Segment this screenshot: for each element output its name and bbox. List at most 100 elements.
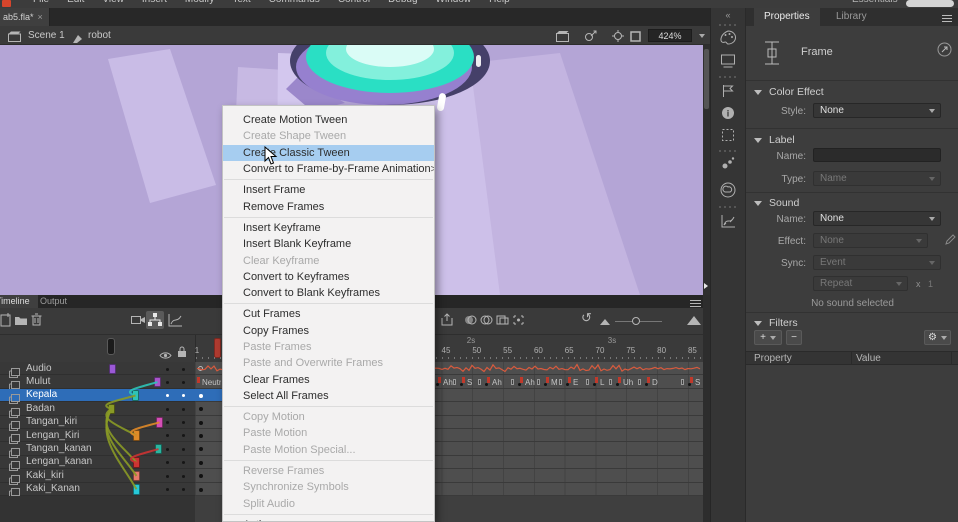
collapse-panels-icon[interactable]: « [725, 10, 730, 20]
layer-parent-chip[interactable] [108, 404, 115, 415]
onion-skin-outline-icon[interactable] [480, 313, 493, 331]
style-dropdown[interactable]: None [813, 103, 941, 118]
layer-visibility-dot[interactable] [166, 448, 169, 451]
new-folder-icon[interactable] [14, 313, 28, 331]
menu-insert[interactable]: Insert [133, 0, 176, 7]
menu-text[interactable]: Text [223, 0, 259, 7]
timeline-scrollbar[interactable] [703, 295, 710, 522]
ctx-item-create-motion-tween[interactable]: Create Motion Tween [223, 112, 434, 128]
selected-frame-range[interactable] [195, 389, 222, 402]
layer-visibility-dot[interactable] [166, 394, 169, 397]
section-color-effect[interactable]: Color Effect [754, 86, 824, 98]
layer-row-kepala[interactable]: Kepala [0, 389, 195, 402]
ctx-item-convert-to-blank-keyframes[interactable]: Convert to Blank Keyframes [223, 285, 434, 301]
layer-parent-chip[interactable] [133, 457, 140, 468]
layer-row-tangan_kiri[interactable]: Tangan_kiri [0, 416, 195, 429]
delete-layer-trash-icon[interactable] [31, 313, 42, 331]
onion-markers-icon[interactable] [512, 313, 525, 331]
menu-commands[interactable]: Commands [260, 0, 329, 7]
brush-dots-icon[interactable] [721, 156, 735, 175]
menu-control[interactable]: Control [329, 0, 379, 7]
repeat-count-stepper[interactable]: 1 [928, 279, 933, 289]
breadcrumb-scene[interactable]: Scene 1 [28, 30, 65, 41]
layer-visibility-dot[interactable] [166, 421, 169, 424]
filter-options-gear-button[interactable]: ⚙ [924, 330, 951, 345]
edit-multiple-frames-icon[interactable] [496, 313, 509, 331]
ctx-item-cut-frames[interactable]: Cut Frames [223, 306, 434, 322]
menu-view[interactable]: View [93, 0, 133, 7]
color-palette-icon[interactable] [720, 30, 737, 50]
zoom-level-input[interactable]: 424% [648, 29, 692, 42]
layer-visibility-dot[interactable] [166, 475, 169, 478]
section-filters[interactable]: Filters [754, 317, 798, 329]
scroll-arrow-icon[interactable] [704, 283, 708, 289]
ctx-item-convert-to-keyframes[interactable]: Convert to Keyframes [223, 269, 434, 285]
ctx-item-remove-frames[interactable]: Remove Frames [223, 198, 434, 214]
layer-lock-dot[interactable] [182, 448, 185, 451]
ctx-item-actions[interactable]: Actions [223, 517, 434, 522]
layer-lock-dot[interactable] [182, 394, 185, 397]
camera-icon[interactable] [131, 313, 146, 331]
layer-visibility-dot[interactable] [166, 488, 169, 491]
layer-row-badan[interactable]: Badan [0, 402, 195, 415]
label-name-input[interactable] [813, 148, 941, 162]
zoom-out-frames-icon[interactable] [600, 319, 610, 325]
timeline-zoom-slider-handle[interactable] [632, 317, 640, 325]
layer-row-lengan_kanan[interactable]: Lengan_kanan [0, 456, 195, 469]
panel-tab-library[interactable]: Library [826, 8, 877, 26]
layer-parent-chip[interactable] [133, 484, 140, 495]
layer-row-audio[interactable]: Audio [0, 362, 195, 375]
layer-row-mulut[interactable]: Mulut [0, 375, 195, 388]
motion-graph-icon[interactable] [720, 214, 736, 234]
layer-parent-chip[interactable] [155, 444, 162, 455]
layer-parent-chip[interactable] [156, 417, 163, 428]
lock-icon[interactable] [177, 345, 187, 363]
menu-debug[interactable]: Debug [379, 0, 426, 7]
sound-effect-dropdown[interactable]: None [813, 233, 928, 248]
layer-lock-dot[interactable] [182, 461, 185, 464]
zoom-dropdown-chevron-icon[interactable] [699, 34, 705, 38]
layer-visibility-dot[interactable] [166, 434, 169, 437]
timeline-tab-output[interactable]: Output [32, 295, 75, 308]
layer-parent-chip[interactable] [109, 364, 116, 375]
ctx-item-convert-to-frame-by-frame-animation[interactable]: Convert to Frame-by-Frame Animation> [223, 161, 434, 177]
layer-parent-chip[interactable] [133, 430, 140, 441]
remove-filter-button[interactable]: − [786, 330, 802, 345]
layer-row-tangan_kanan[interactable]: Tangan_kanan [0, 442, 195, 455]
ctx-item-copy-frames[interactable]: Copy Frames [223, 323, 434, 339]
menu-window[interactable]: Window [427, 0, 481, 7]
layer-row-lengan_kiri[interactable]: Lengan_Kiri [0, 429, 195, 442]
info-panel-icon[interactable]: i [721, 106, 735, 125]
export-frame-icon[interactable] [440, 313, 454, 331]
ctx-item-insert-keyframe[interactable]: Insert Keyframe [223, 220, 434, 236]
layer-lock-dot[interactable] [182, 434, 185, 437]
onion-skin-icon[interactable] [464, 313, 477, 331]
workspace-switcher[interactable]: Essentials [852, 0, 898, 7]
layer-row-kaki_kanan[interactable]: Kaki_Kanan [0, 483, 195, 496]
menu-edit[interactable]: Edit [58, 0, 93, 7]
playhead-marker[interactable] [214, 338, 221, 358]
stage-scrollbar[interactable] [703, 45, 710, 295]
properties-menu-icon[interactable] [942, 13, 952, 24]
app-logo-icon[interactable] [2, 0, 11, 7]
layer-parent-chip[interactable] [133, 471, 140, 482]
ctx-item-select-all-frames[interactable]: Select All Frames [223, 388, 434, 404]
breadcrumb-symbol[interactable]: robot [88, 30, 111, 41]
layer-visibility-dot[interactable] [166, 381, 169, 384]
layer-lock-dot[interactable] [182, 421, 185, 424]
search-input[interactable] [906, 0, 954, 7]
section-label[interactable]: Label [754, 134, 795, 146]
zoom-in-frames-icon[interactable] [687, 316, 701, 325]
document-tab[interactable]: ab5.fla* × [0, 8, 50, 26]
new-layer-icon[interactable] [0, 313, 12, 332]
layer-parent-chip[interactable] [154, 377, 161, 388]
layer-visibility-dot[interactable] [166, 461, 169, 464]
layer-lock-dot[interactable] [182, 475, 185, 478]
layer-visibility-dot[interactable] [166, 368, 169, 371]
ctx-item-insert-frame[interactable]: Insert Frame [223, 182, 434, 198]
layer-lock-dot[interactable] [182, 368, 185, 371]
sound-repeat-dropdown[interactable]: Repeat [813, 276, 908, 291]
align-panel-icon[interactable] [721, 54, 736, 73]
ctx-item-clear-frames[interactable]: Clear Frames [223, 371, 434, 387]
stage-scrollbar-handle[interactable] [704, 49, 709, 109]
